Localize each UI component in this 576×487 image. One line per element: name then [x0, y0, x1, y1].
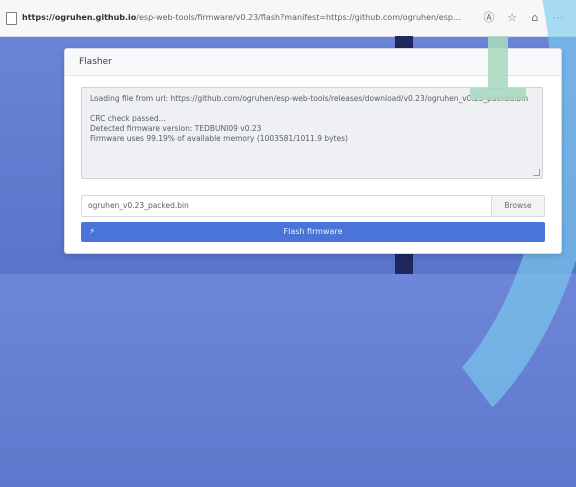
log-line: Firmware uses 99.19% of available memory…: [90, 134, 348, 143]
reader-icon[interactable]: Ⓐ: [482, 11, 496, 25]
browser-address-bar: https://ogruhen.github.io/esp-web-tools/…: [0, 0, 576, 37]
flasher-card: Flasher Loading file from url: https://g…: [64, 48, 562, 254]
url-path: /esp-web-tools/firmware/v0.23/flash?mani…: [136, 13, 462, 22]
log-output[interactable]: Loading file from url: https://github.co…: [81, 87, 543, 179]
log-line: Loading file from url: https://github.co…: [90, 94, 529, 103]
url-host: https://ogruhen.github.io: [22, 13, 137, 22]
flash-firmware-button[interactable]: ⚡ Flash firmware: [81, 222, 545, 242]
file-name: ogruhen_v0.23_packed.bin: [88, 201, 189, 210]
flash-icon: ⚡: [89, 227, 96, 237]
browse-button[interactable]: Browse: [491, 196, 544, 216]
file-input[interactable]: ogruhen_v0.23_packed.bin Browse: [81, 195, 545, 217]
flash-firmware-label: Flash firmware: [283, 227, 343, 236]
star-icon[interactable]: ☆: [505, 11, 519, 25]
log-line: Detected firmware version: TEDBUNI09 v0.…: [90, 124, 262, 133]
log-line: CRC check passed...: [90, 114, 166, 123]
resize-grip-icon[interactable]: [533, 169, 540, 176]
url-field[interactable]: https://ogruhen.github.io/esp-web-tools/…: [22, 0, 462, 36]
extensions-icon[interactable]: ⌂: [528, 11, 542, 25]
menu-icon[interactable]: ⋯: [551, 11, 565, 25]
card-title: Flasher: [65, 49, 561, 76]
page-icon: [6, 12, 17, 25]
